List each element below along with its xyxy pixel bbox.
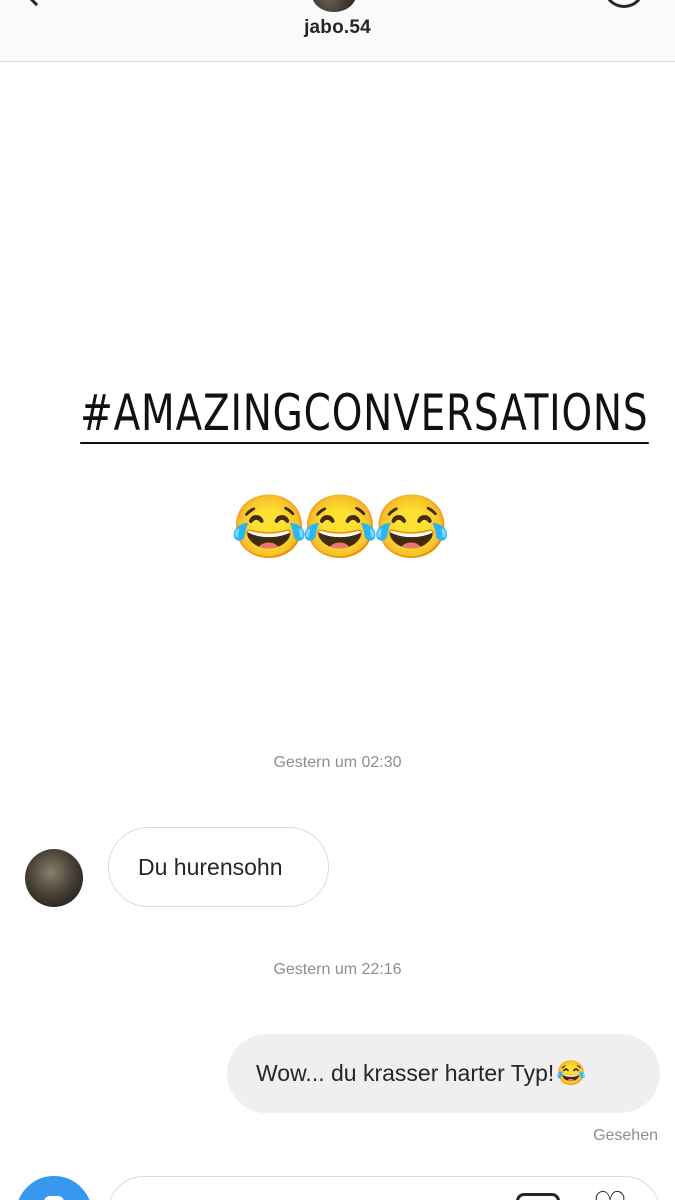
incoming-message-text: Du hurensohn — [138, 853, 283, 880]
message-timestamp: Gestern um 02:30 — [273, 754, 402, 771]
outgoing-message-bubble[interactable]: Wow... du krasser harter Typ! 😂 — [227, 1034, 660, 1113]
message-input[interactable] — [108, 1176, 660, 1200]
heart-icon[interactable]: ♡ — [588, 1187, 632, 1200]
chat-header: jabo.54 — [0, 0, 675, 62]
chat-username[interactable]: jabo.54 — [0, 17, 675, 39]
outgoing-message-text: Wow... du krasser harter Typ! — [256, 1060, 555, 1086]
header-avatar[interactable] — [312, 0, 356, 12]
seen-status: Gesehen — [593, 1127, 658, 1144]
chevron-left-icon[interactable] — [21, 0, 51, 7]
message-timestamp: Gestern um 22:16 — [273, 961, 402, 978]
story-emoji-row: 😂😂😂 — [230, 493, 451, 562]
outgoing-message-emoji: 😂 — [556, 1060, 587, 1087]
gallery-icon[interactable] — [516, 1193, 560, 1200]
incoming-message-bubble[interactable]: Du hurensohn — [108, 827, 329, 907]
info-icon[interactable] — [604, 0, 644, 8]
story-hashtag-text: #AMAZINGCONVERSATIONS — [80, 384, 649, 444]
shared-story-hashtag-block[interactable]: #AMAZINGCONVERSATIONS — [0, 384, 675, 444]
sender-avatar[interactable] — [25, 849, 83, 907]
camera-button[interactable] — [16, 1176, 92, 1200]
